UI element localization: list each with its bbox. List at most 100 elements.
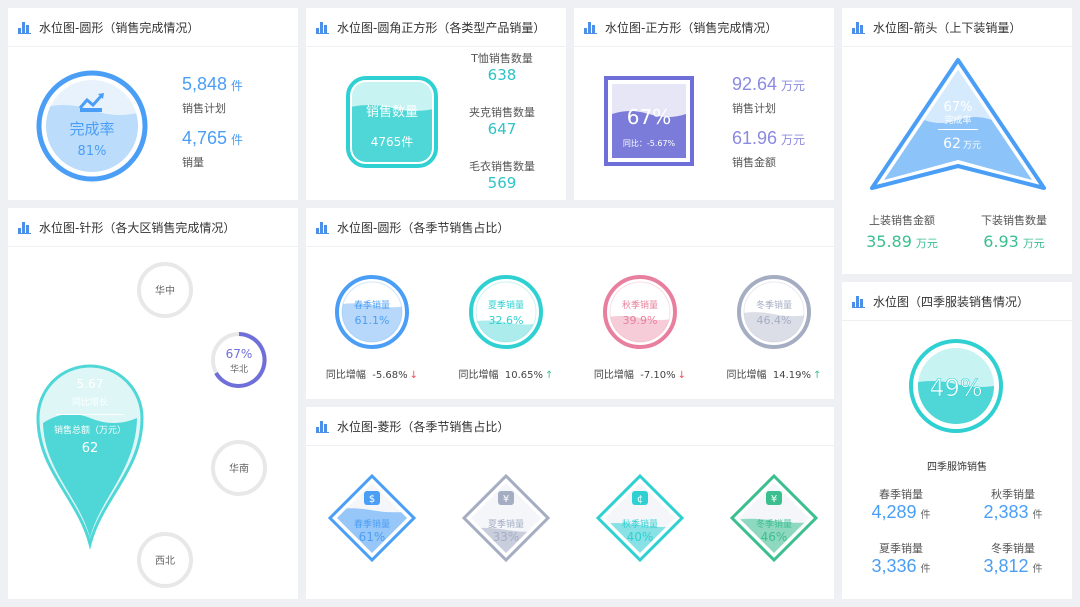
bar-chart-icon bbox=[316, 21, 329, 34]
card-four-seasons: 水位图（四季服装销售情况） 49% 四季服饰销售 春季销量 4,289 件 秋季销… bbox=[842, 282, 1072, 599]
card-title: 水位图-菱形（各季节销售占比） bbox=[316, 415, 509, 437]
season-circle-item: 秋季销量 39.9% 同比增幅 -7.10% ↓ bbox=[580, 274, 700, 384]
card-season-diamonds: 水位图-菱形（各季节销售占比） $ 春季销量 61% ¥ 夏季销量 33% ¢ 秋季销量 40%… bbox=[306, 407, 834, 599]
box-label: 销售数量 bbox=[366, 104, 418, 120]
svg-text:46.4%: 46.4% bbox=[757, 314, 792, 327]
svg-text:冬季销量: 冬季销量 bbox=[756, 299, 792, 311]
bar-chart-icon bbox=[316, 221, 329, 234]
bar-chart-icon bbox=[18, 21, 31, 34]
season-stat: 冬季销量 3,812 件 bbox=[983, 542, 1043, 576]
svg-text:夏季销量: 夏季销量 bbox=[488, 518, 524, 530]
svg-text:39.9%: 39.9% bbox=[623, 314, 658, 327]
square-gauge: 67% 同比：-5.67% bbox=[604, 76, 694, 166]
diamond-gauge: ¥ 夏季销量33% bbox=[461, 473, 551, 563]
season-gauge: 夏季销量 32.6% bbox=[469, 275, 543, 349]
bottom-value: 6.93 万元 bbox=[983, 232, 1045, 251]
plan-value: 92.64 万元 bbox=[732, 74, 806, 94]
card-arrow: 水位图-箭头（上下装销量） 67% 完成率 62 万元 上装销售金额 35.89… bbox=[842, 8, 1072, 274]
top-value: 35.89 万元 bbox=[866, 232, 938, 251]
card-square-sales: 水位图-正方形（销售完成情况） 67% 同比：-5.67% 92.64 万元 销售… bbox=[574, 8, 834, 200]
yoy-row: 同比增幅 14.19% ↑ bbox=[726, 370, 822, 381]
season-circle-item: 冬季销量 46.4% 同比增幅 14.19% ↑ bbox=[714, 274, 834, 384]
season-circle-item: 夏季销量 32.6% 同比增幅 10.65% ↑ bbox=[446, 274, 566, 384]
card-title: 水位图-箭头（上下装销量） bbox=[852, 16, 1021, 38]
diamond-gauge: ¥ 冬季销量46% bbox=[729, 473, 819, 563]
card-title: 水位图-针形（各大区销售完成情况） bbox=[18, 216, 235, 238]
svg-text:62: 62 bbox=[82, 441, 99, 456]
svg-text:秋季销量: 秋季销量 bbox=[622, 299, 658, 311]
sales-label: 销量 bbox=[182, 156, 204, 169]
arrow-down-icon: ↓ bbox=[677, 370, 687, 381]
svg-text:61.1%: 61.1% bbox=[355, 314, 390, 327]
sales-value: 4,765 件 bbox=[182, 128, 244, 148]
season-gauge: 秋季销量 39.9% bbox=[603, 275, 677, 349]
svg-text:¢: ¢ bbox=[637, 494, 643, 505]
svg-text:32.6%: 32.6% bbox=[489, 314, 524, 327]
plan-value: 5,848 件 bbox=[182, 74, 244, 94]
value: 62 bbox=[943, 136, 961, 152]
bar-chart-icon bbox=[316, 420, 329, 433]
svg-text:春季销量: 春季销量 bbox=[354, 518, 390, 530]
bar-chart-icon bbox=[852, 295, 865, 308]
diamond-gauge: ¢ 秋季销量40% bbox=[595, 473, 685, 563]
diamond-gauge: $ 春季销量61% bbox=[327, 473, 417, 563]
yoy-row: 同比增幅 10.65% ↑ bbox=[458, 370, 554, 381]
svg-text:夏季销量: 夏季销量 bbox=[488, 299, 524, 311]
svg-text:华北: 华北 bbox=[230, 363, 248, 375]
season-diamond-item: ¢ 秋季销量 40% bbox=[595, 473, 685, 563]
season-stat: 夏季销量 3,336 件 bbox=[871, 542, 931, 576]
svg-text:67%: 67% bbox=[226, 347, 253, 361]
pct-value: 67% bbox=[627, 105, 671, 129]
arrow-up-icon: ↑ bbox=[813, 370, 822, 381]
bar-chart-icon bbox=[584, 21, 597, 34]
amount-value: 61.96 万元 bbox=[732, 128, 806, 148]
yoy-value: 同比：-5.67% bbox=[623, 138, 676, 148]
card-circle-sales: 水位图-圆形（销售完成情况） 完成率 81% 5,848 件 销售计划 4,765… bbox=[8, 8, 298, 200]
pct-value: 67% bbox=[944, 100, 973, 115]
card-title: 水位图-圆角正方形（各类型产品销量） bbox=[316, 16, 545, 38]
svg-text:西北: 西北 bbox=[155, 555, 175, 567]
svg-text:秋季销量: 秋季销量 bbox=[622, 518, 658, 530]
card-title: 水位图-正方形（销售完成情况） bbox=[584, 16, 777, 38]
yoy-row: 同比增幅 -5.68% ↓ bbox=[325, 370, 419, 381]
bar-chart-icon bbox=[852, 21, 865, 34]
season-gauge: 冬季销量 46.4% bbox=[737, 275, 811, 349]
svg-text:¥: ¥ bbox=[503, 494, 509, 505]
svg-text:40%: 40% bbox=[627, 530, 654, 544]
season-diamond-item: $ 春季销量 61% bbox=[327, 473, 417, 563]
card-title: 水位图（四季服装销售情况） bbox=[852, 290, 1029, 312]
svg-text:61%: 61% bbox=[359, 530, 386, 544]
card-rounded-square: 水位图-圆角正方形（各类型产品销量） 销售数量 4765件 T恤销售数量 638… bbox=[306, 8, 566, 200]
svg-text:冬季销量: 冬季销量 bbox=[756, 518, 792, 530]
product-item: T恤销售数量 638 bbox=[471, 52, 533, 84]
season-diamond-item: ¥ 冬季销量 46% bbox=[729, 473, 819, 563]
pin-gauge-area: 华中 67% 华北 华南 西北 5.67 同比增长 销售总额（万元） 62 bbox=[36, 262, 267, 588]
rate-label: 完成率 bbox=[69, 120, 114, 138]
bottom-label: 下装销售数量 bbox=[981, 214, 1047, 227]
arrow-up-icon: ↑ bbox=[545, 370, 554, 381]
pct-value: 49% bbox=[929, 374, 982, 402]
svg-text:春季销量: 春季销量 bbox=[354, 299, 390, 311]
svg-text:华中: 华中 bbox=[155, 284, 175, 297]
svg-text:$: $ bbox=[369, 494, 375, 505]
svg-text:万元: 万元 bbox=[963, 141, 981, 151]
svg-text:5.67: 5.67 bbox=[77, 377, 104, 391]
circle-water-gauge: 完成率 81% bbox=[36, 70, 148, 182]
card-title: 水位图-圆形（销售完成情况） bbox=[18, 16, 199, 38]
card-title: 水位图-圆形（各季节销售占比） bbox=[316, 216, 509, 238]
product-item: 毛衣销售数量 569 bbox=[469, 160, 535, 192]
plan-label: 销售计划 bbox=[182, 102, 226, 115]
svg-text:同比增长: 同比增长 bbox=[72, 396, 108, 408]
arrow-gauge: 67% 完成率 62 万元 bbox=[870, 58, 1046, 190]
subtitle: 四季服饰销售 bbox=[927, 462, 987, 473]
plan-label: 销售计划 bbox=[732, 102, 776, 115]
rate-label: 完成率 bbox=[944, 114, 971, 126]
card-pin: 水位图-针形（各大区销售完成情况） 华中 67% 华北 华南 西北 5.67 同… bbox=[8, 208, 298, 599]
season-circle-item: 春季销量 61.1% 同比增幅 -5.68% ↓ bbox=[312, 274, 432, 384]
rounded-square-gauge: 销售数量 4765件 bbox=[346, 76, 438, 168]
yoy-row: 同比增幅 -7.10% ↓ bbox=[593, 370, 687, 381]
rate-value: 81% bbox=[78, 144, 107, 159]
season-stat: 春季销量 4,289 件 bbox=[871, 488, 931, 522]
svg-text:¥: ¥ bbox=[771, 494, 777, 505]
svg-text:46%: 46% bbox=[761, 530, 788, 544]
